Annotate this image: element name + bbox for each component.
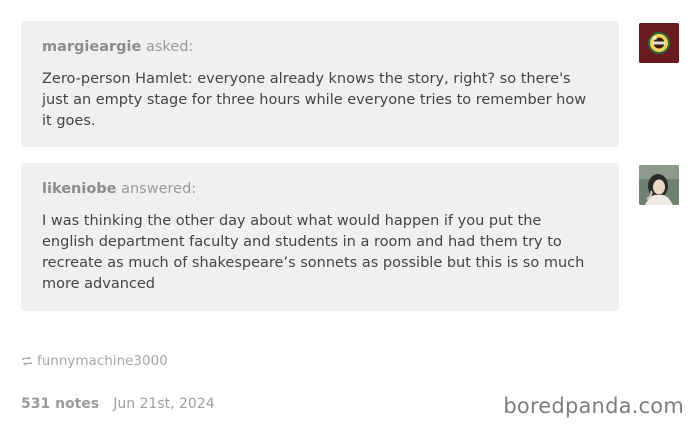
asker-avatar[interactable] [639, 23, 679, 63]
post-footer: 531 notes Jun 21st, 2024 [21, 396, 215, 412]
ask-text: Zero-person Hamlet: everyone already kno… [42, 71, 587, 129]
boredpanda-watermark: boredpanda.com [503, 394, 684, 418]
answerer-avatar-image [639, 165, 679, 205]
answer-text: I was thinking the other day about what … [42, 213, 585, 292]
answerer-avatar[interactable] [639, 165, 679, 205]
notes-count[interactable]: 531 notes [21, 396, 99, 412]
answerer-username[interactable]: likeniobe [42, 181, 117, 197]
ask-header: margieargie asked: [42, 37, 598, 57]
answer-bubble: likeniobe answered: I was thinking the o… [21, 163, 619, 311]
asker-avatar-image [639, 23, 679, 63]
ask-action-label: asked: [145, 39, 194, 55]
post-date[interactable]: Jun 21st, 2024 [113, 396, 214, 412]
asker-username[interactable]: margieargie [42, 39, 141, 55]
reblog-source[interactable]: funnymachine3000 [21, 353, 168, 369]
reblog-username[interactable]: funnymachine3000 [37, 353, 168, 369]
reblog-icon [22, 356, 32, 366]
ask-bubble: margieargie asked: Zero-person Hamlet: e… [21, 21, 619, 147]
answer-action-label: answered: [121, 181, 197, 197]
answer-header: likeniobe answered: [42, 179, 598, 199]
tumblr-post: margieargie asked: Zero-person Hamlet: e… [0, 0, 700, 432]
